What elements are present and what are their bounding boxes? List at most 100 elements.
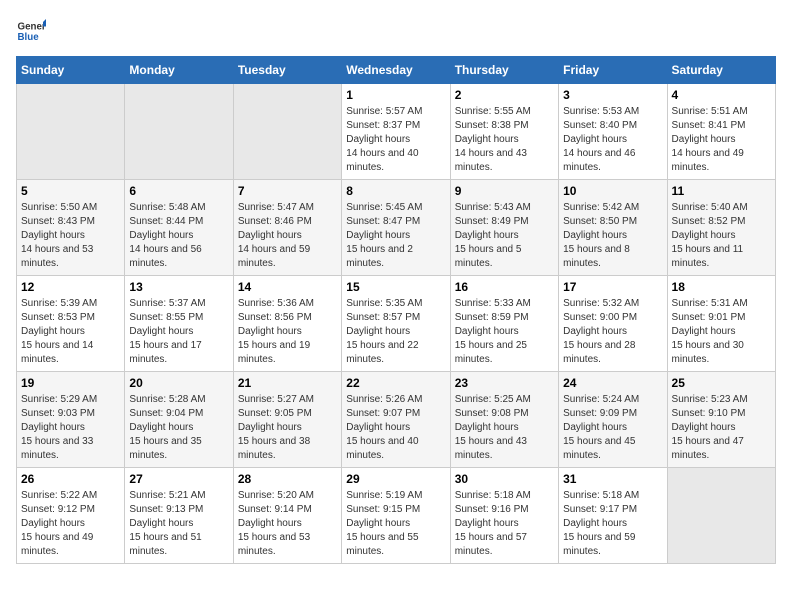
calendar-cell (667, 468, 775, 564)
calendar-cell: 7 Sunrise: 5:47 AMSunset: 8:46 PMDaylight… (233, 180, 341, 276)
calendar-header-monday: Monday (125, 57, 233, 84)
calendar-cell: 17 Sunrise: 5:32 AMSunset: 9:00 PMDayligh… (559, 276, 667, 372)
day-info: Sunrise: 5:53 AMSunset: 8:40 PMDaylight … (563, 105, 662, 175)
day-number: 19 (21, 376, 120, 390)
day-info: Sunrise: 5:57 AMSunset: 8:37 PMDaylight … (346, 105, 445, 175)
day-number: 6 (129, 184, 228, 198)
day-info: Sunrise: 5:20 AMSunset: 9:14 PMDaylight … (238, 489, 337, 559)
day-info: Sunrise: 5:39 AMSunset: 8:53 PMDaylight … (21, 297, 120, 367)
logo-icon: General Blue (16, 16, 46, 46)
calendar-header-row: SundayMondayTuesdayWednesdayThursdayFrid… (17, 57, 776, 84)
calendar-cell: 20 Sunrise: 5:28 AMSunset: 9:04 PMDayligh… (125, 372, 233, 468)
calendar-cell: 15Sunrise: 5:35 AMSunset: 8:57 PMDayligh… (342, 276, 450, 372)
day-info: Sunrise: 5:19 AMSunset: 9:15 PMDaylight … (346, 489, 445, 559)
day-info: Sunrise: 5:24 AMSunset: 9:09 PMDaylight … (563, 393, 662, 463)
day-number: 18 (672, 280, 771, 294)
day-number: 11 (672, 184, 771, 198)
calendar-cell: 9Sunrise: 5:43 AMSunset: 8:49 PMDaylight… (450, 180, 558, 276)
calendar-cell: 24 Sunrise: 5:24 AMSunset: 9:09 PMDayligh… (559, 372, 667, 468)
calendar-cell: 31Sunrise: 5:18 AMSunset: 9:17 PMDayligh… (559, 468, 667, 564)
day-info: Sunrise: 5:22 AMSunset: 9:12 PMDaylight … (21, 489, 120, 559)
calendar-week-2: 5Sunrise: 5:50 AMSunset: 8:43 PMDaylight… (17, 180, 776, 276)
day-info: Sunrise: 5:40 AMSunset: 8:52 PMDaylight … (672, 201, 771, 271)
day-number: 3 (563, 88, 662, 102)
day-number: 25 (672, 376, 771, 390)
calendar-cell: 23Sunrise: 5:25 AMSunset: 9:08 PMDayligh… (450, 372, 558, 468)
calendar-header-saturday: Saturday (667, 57, 775, 84)
calendar-cell: 8Sunrise: 5:45 AMSunset: 8:47 PMDaylight… (342, 180, 450, 276)
calendar-cell: 4 Sunrise: 5:51 AMSunset: 8:41 PMDaylight… (667, 84, 775, 180)
day-info: Sunrise: 5:48 AMSunset: 8:44 PMDaylight … (129, 201, 228, 271)
svg-text:Blue: Blue (18, 32, 40, 43)
calendar-header-wednesday: Wednesday (342, 57, 450, 84)
day-info: Sunrise: 5:21 AMSunset: 9:13 PMDaylight … (129, 489, 228, 559)
day-info: Sunrise: 5:42 AMSunset: 8:50 PMDaylight … (563, 201, 662, 271)
day-number: 14 (238, 280, 337, 294)
day-number: 10 (563, 184, 662, 198)
calendar-cell: 26 Sunrise: 5:22 AMSunset: 9:12 PMDayligh… (17, 468, 125, 564)
logo: General Blue (16, 16, 46, 46)
day-number: 27 (129, 472, 228, 486)
calendar-cell: 30 Sunrise: 5:18 AMSunset: 9:16 PMDayligh… (450, 468, 558, 564)
calendar-cell: 12 Sunrise: 5:39 AMSunset: 8:53 PMDayligh… (17, 276, 125, 372)
day-number: 17 (563, 280, 662, 294)
calendar-header-thursday: Thursday (450, 57, 558, 84)
calendar-cell: 21 Sunrise: 5:27 AMSunset: 9:05 PMDayligh… (233, 372, 341, 468)
day-number: 30 (455, 472, 554, 486)
calendar-cell (233, 84, 341, 180)
day-info: Sunrise: 5:18 AMSunset: 9:16 PMDaylight … (455, 489, 554, 559)
day-number: 13 (129, 280, 228, 294)
day-number: 21 (238, 376, 337, 390)
calendar-cell: 19 Sunrise: 5:29 AMSunset: 9:03 PMDayligh… (17, 372, 125, 468)
day-info: Sunrise: 5:28 AMSunset: 9:04 PMDaylight … (129, 393, 228, 463)
day-number: 2 (455, 88, 554, 102)
calendar-cell: 16Sunrise: 5:33 AMSunset: 8:59 PMDayligh… (450, 276, 558, 372)
calendar-cell (125, 84, 233, 180)
day-number: 15 (346, 280, 445, 294)
day-info: Sunrise: 5:27 AMSunset: 9:05 PMDaylight … (238, 393, 337, 463)
calendar-cell: 27 Sunrise: 5:21 AMSunset: 9:13 PMDayligh… (125, 468, 233, 564)
calendar-header-tuesday: Tuesday (233, 57, 341, 84)
day-info: Sunrise: 5:33 AMSunset: 8:59 PMDaylight … (455, 297, 554, 367)
calendar-cell: 5Sunrise: 5:50 AMSunset: 8:43 PMDaylight… (17, 180, 125, 276)
page-header: General Blue (16, 16, 776, 46)
calendar-cell: 22 Sunrise: 5:26 AMSunset: 9:07 PMDayligh… (342, 372, 450, 468)
day-number: 26 (21, 472, 120, 486)
day-info: Sunrise: 5:23 AMSunset: 9:10 PMDaylight … (672, 393, 771, 463)
day-info: Sunrise: 5:45 AMSunset: 8:47 PMDaylight … (346, 201, 445, 271)
day-info: Sunrise: 5:51 AMSunset: 8:41 PMDaylight … (672, 105, 771, 175)
day-info: Sunrise: 5:32 AMSunset: 9:00 PMDaylight … (563, 297, 662, 367)
day-number: 4 (672, 88, 771, 102)
calendar-cell: 6 Sunrise: 5:48 AMSunset: 8:44 PMDaylight… (125, 180, 233, 276)
calendar-week-1: 1 Sunrise: 5:57 AMSunset: 8:37 PMDaylight… (17, 84, 776, 180)
calendar-cell: 29 Sunrise: 5:19 AMSunset: 9:15 PMDayligh… (342, 468, 450, 564)
day-number: 22 (346, 376, 445, 390)
day-number: 1 (346, 88, 445, 102)
day-number: 29 (346, 472, 445, 486)
calendar-week-4: 19 Sunrise: 5:29 AMSunset: 9:03 PMDayligh… (17, 372, 776, 468)
calendar-week-5: 26 Sunrise: 5:22 AMSunset: 9:12 PMDayligh… (17, 468, 776, 564)
calendar-cell: 2 Sunrise: 5:55 AMSunset: 8:38 PMDaylight… (450, 84, 558, 180)
day-number: 5 (21, 184, 120, 198)
day-info: Sunrise: 5:55 AMSunset: 8:38 PMDaylight … (455, 105, 554, 175)
day-number: 20 (129, 376, 228, 390)
day-info: Sunrise: 5:36 AMSunset: 8:56 PMDaylight … (238, 297, 337, 367)
calendar-cell: 14 Sunrise: 5:36 AMSunset: 8:56 PMDayligh… (233, 276, 341, 372)
calendar-week-3: 12 Sunrise: 5:39 AMSunset: 8:53 PMDayligh… (17, 276, 776, 372)
day-info: Sunrise: 5:47 AMSunset: 8:46 PMDaylight … (238, 201, 337, 271)
day-info: Sunrise: 5:26 AMSunset: 9:07 PMDaylight … (346, 393, 445, 463)
day-number: 9 (455, 184, 554, 198)
calendar-header-sunday: Sunday (17, 57, 125, 84)
calendar-cell: 3 Sunrise: 5:53 AMSunset: 8:40 PMDaylight… (559, 84, 667, 180)
day-number: 7 (238, 184, 337, 198)
day-info: Sunrise: 5:25 AMSunset: 9:08 PMDaylight … (455, 393, 554, 463)
calendar-cell (17, 84, 125, 180)
day-info: Sunrise: 5:29 AMSunset: 9:03 PMDaylight … (21, 393, 120, 463)
calendar-cell: 11 Sunrise: 5:40 AMSunset: 8:52 PMDayligh… (667, 180, 775, 276)
day-number: 12 (21, 280, 120, 294)
svg-text:General: General (18, 22, 47, 33)
day-number: 24 (563, 376, 662, 390)
day-info: Sunrise: 5:37 AMSunset: 8:55 PMDaylight … (129, 297, 228, 367)
calendar-cell: 18Sunrise: 5:31 AMSunset: 9:01 PMDayligh… (667, 276, 775, 372)
calendar-header-friday: Friday (559, 57, 667, 84)
